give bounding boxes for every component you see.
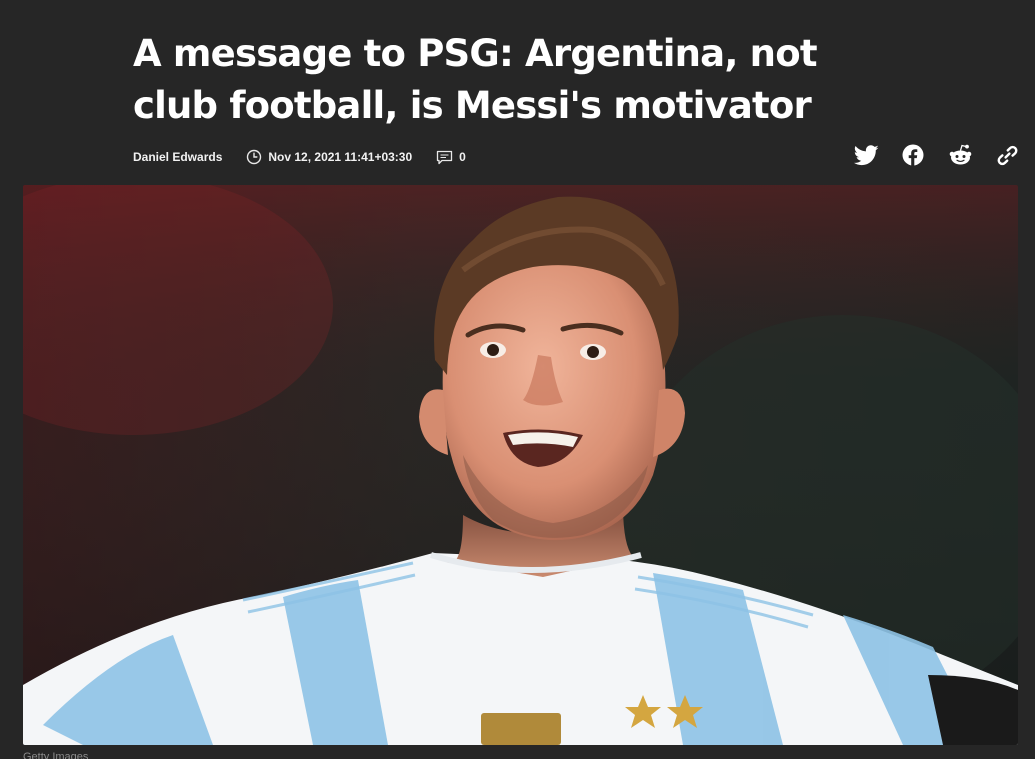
- facebook-icon: [902, 144, 924, 166]
- article-page: A message to PSG: Argentina, not club fo…: [0, 0, 1035, 759]
- comments-link[interactable]: 0: [436, 150, 466, 165]
- copy-link-button[interactable]: [994, 142, 1020, 168]
- article-meta: Daniel Edwards Nov 12, 2021 11:41+03:30 …: [133, 146, 490, 168]
- comment-count: 0: [459, 150, 466, 164]
- image-caption: Getty Images: [23, 751, 89, 759]
- publish-date: Nov 12, 2021 11:41+03:30: [246, 149, 412, 165]
- share-bar: [832, 142, 1020, 168]
- reddit-icon: [949, 144, 971, 165]
- twitter-icon: [853, 144, 879, 165]
- share-twitter-button[interactable]: [853, 142, 879, 168]
- comment-icon: [437, 150, 453, 164]
- link-icon: [997, 145, 1017, 165]
- share-reddit-button[interactable]: [947, 142, 973, 168]
- article-hero-image: [23, 185, 1018, 745]
- clock-icon: [247, 149, 262, 165]
- article-title: A message to PSG: Argentina, not club fo…: [133, 32, 818, 127]
- publish-date-text: Nov 12, 2021 11:41+03:30: [268, 150, 413, 164]
- author-link[interactable]: Daniel Edwards: [133, 150, 222, 164]
- share-facebook-button[interactable]: [900, 142, 926, 168]
- player-photo: [23, 185, 1018, 745]
